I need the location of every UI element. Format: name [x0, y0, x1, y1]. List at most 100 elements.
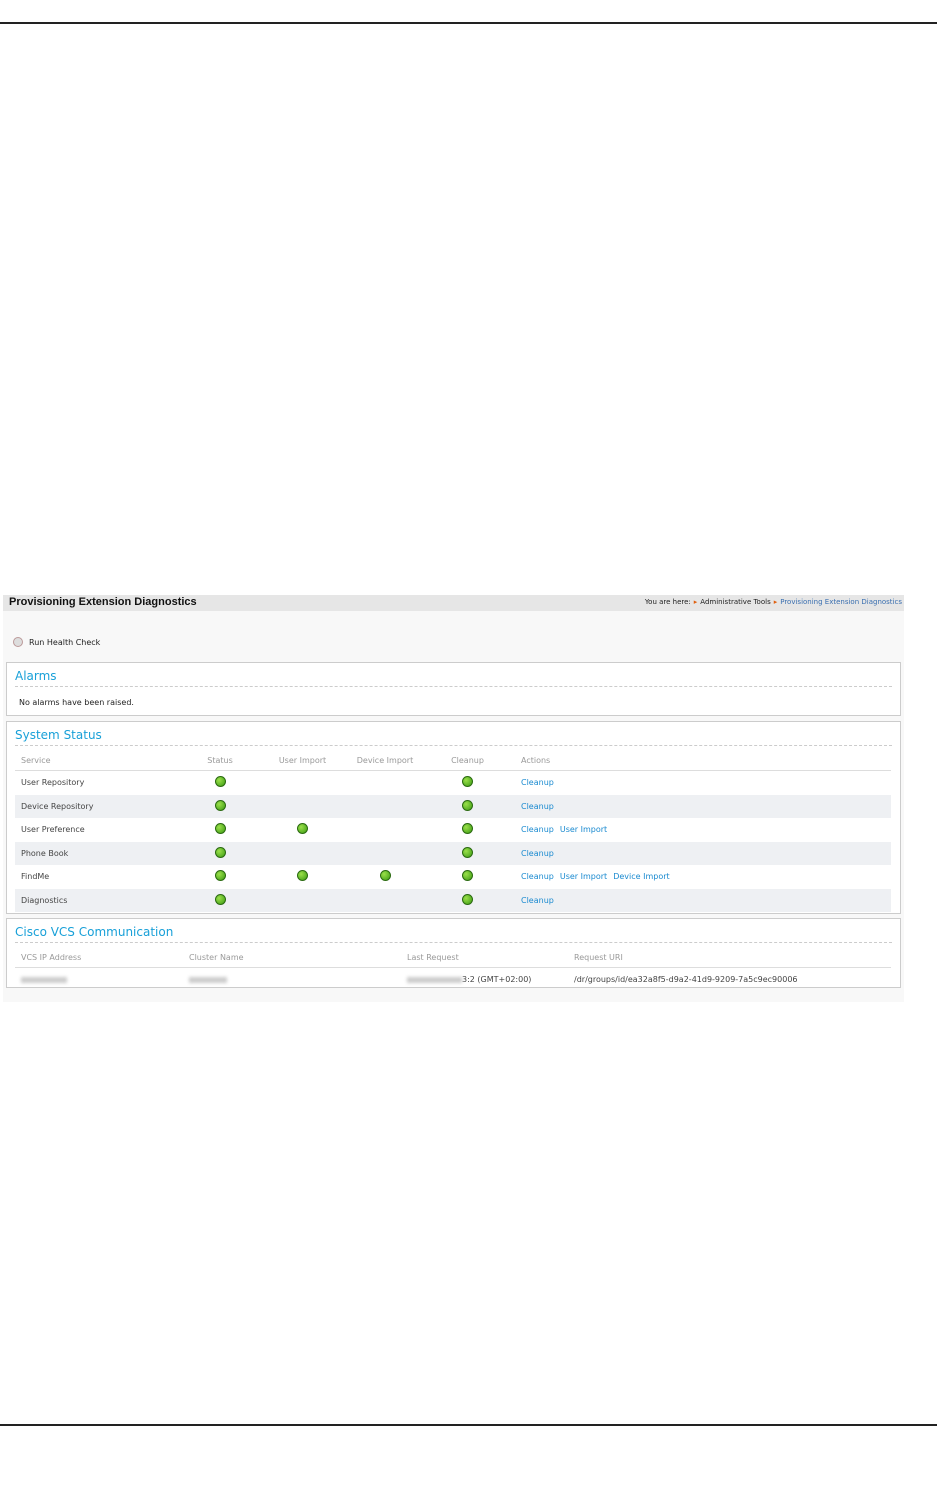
column-header: Request URI — [568, 947, 891, 968]
column-header: Service — [15, 750, 185, 771]
user-import-cell — [255, 771, 350, 795]
actions-cell: Cleanup — [515, 888, 891, 912]
status-ok-icon — [462, 846, 473, 858]
breadcrumb-prefix: You are here: — [644, 598, 691, 606]
arrow-icon: ▸ — [773, 598, 778, 606]
table-row: FindMe Cleanup User Import Device Import — [15, 865, 891, 889]
vcs-ip-address — [15, 968, 183, 992]
breadcrumb-current[interactable]: Provisioning Extension Diagnostics — [780, 598, 902, 606]
table-row: Device Repository Cleanup — [15, 794, 891, 818]
status-cell — [185, 771, 255, 795]
request-uri: /dr/groups/id/ea32a8f5-d9a2-41d9-9209-7a… — [574, 975, 798, 985]
run-health-check-button[interactable]: Run Health Check — [13, 637, 100, 647]
cleanup-cell — [420, 794, 515, 818]
device-import-cell — [350, 818, 420, 842]
status-ok-icon — [214, 893, 226, 905]
arrow-icon: ▸ — [693, 598, 698, 606]
cleanup-link[interactable]: Cleanup — [521, 872, 554, 881]
user-import-cell — [255, 865, 350, 889]
status-ok-icon — [462, 893, 473, 905]
page-title: Provisioning Extension Diagnostics — [9, 596, 197, 608]
actions-cell: Cleanup — [515, 794, 891, 818]
status-ok-icon — [214, 799, 226, 811]
service-name: User Repository — [21, 778, 85, 788]
actions-cell: Cleanup User Import Device Import — [515, 865, 891, 889]
device-import-link[interactable]: Device Import — [613, 872, 669, 881]
actions-cell: Cleanup User Import — [515, 818, 891, 842]
user-import-cell — [255, 818, 350, 842]
vcs-title: Cisco VCS Communication — [15, 925, 174, 939]
cleanup-link[interactable]: Cleanup — [521, 896, 554, 905]
status-ok-icon — [462, 776, 473, 788]
system-status-title: System Status — [15, 728, 102, 742]
divider — [15, 745, 892, 746]
actions-cell: Cleanup — [515, 841, 891, 865]
device-import-cell — [350, 771, 420, 795]
table-row: Diagnostics Cleanup — [15, 888, 891, 912]
bottom-rule — [0, 1424, 937, 1426]
user-import-link[interactable]: User Import — [560, 872, 607, 881]
breadcrumb: You are here: ▸ Administrative Tools ▸ Provi… — [645, 598, 902, 606]
cleanup-link[interactable]: Cleanup — [521, 825, 554, 834]
cleanup-cell — [420, 841, 515, 865]
column-header: Cluster Name — [183, 947, 401, 968]
status-ok-icon — [462, 870, 473, 882]
user-import-cell — [255, 794, 350, 818]
status-ok-icon — [214, 846, 226, 858]
last-request: 3:2 (GMT+02:00) — [401, 968, 568, 992]
status-ok-icon — [297, 823, 308, 835]
column-header: VCS IP Address — [15, 947, 183, 968]
alarms-title: Alarms — [15, 669, 57, 683]
last-request-text: 3:2 (GMT+02:00) — [462, 975, 532, 985]
table-row: User Repository Cleanup — [15, 771, 891, 795]
cleanup-cell — [420, 865, 515, 889]
device-import-cell — [350, 841, 420, 865]
status-ok-icon — [214, 823, 226, 835]
device-import-cell — [350, 888, 420, 912]
health-check-icon — [13, 637, 23, 647]
vcs-communication-section: Cisco VCS Communication VCS IP Address C… — [6, 918, 901, 988]
status-cell — [185, 841, 255, 865]
user-import-cell — [255, 841, 350, 865]
device-import-cell — [350, 865, 420, 889]
column-header: Status — [185, 750, 255, 771]
status-ok-icon — [462, 799, 473, 811]
diagnostics-panel: Provisioning Extension Diagnostics You a… — [3, 595, 904, 1002]
status-cell — [185, 888, 255, 912]
column-header: User Import — [255, 750, 350, 771]
cleanup-link[interactable]: Cleanup — [521, 802, 554, 811]
status-ok-icon — [297, 870, 308, 882]
status-ok-icon — [214, 776, 226, 788]
cleanup-link[interactable]: Cleanup — [521, 778, 554, 787]
user-import-link[interactable]: User Import — [560, 825, 607, 834]
table-row: Phone Book Cleanup — [15, 841, 891, 865]
cleanup-cell — [420, 771, 515, 795]
service-name: FindMe — [21, 872, 50, 882]
status-ok-icon — [214, 870, 226, 882]
divider — [15, 942, 892, 943]
column-header: Cleanup — [420, 750, 515, 771]
status-cell — [185, 818, 255, 842]
device-import-cell — [350, 794, 420, 818]
column-header: Last Request — [401, 947, 568, 968]
cleanup-link[interactable]: Cleanup — [521, 849, 554, 858]
cleanup-cell — [420, 818, 515, 842]
cluster-name — [183, 968, 401, 992]
alarms-section: Alarms No alarms have been raised. — [6, 662, 901, 716]
table-row: 3:2 (GMT+02:00) /dr/groups/id/ea32a8f5-d… — [15, 968, 891, 992]
service-name: Diagnostics — [15, 888, 185, 912]
top-rule — [0, 22, 937, 24]
actions-cell: Cleanup — [515, 771, 891, 795]
service-name: Phone Book — [15, 841, 185, 865]
service-name: Device Repository — [15, 794, 185, 818]
system-status-table: Service Status User Import Device Import Cle… — [15, 750, 891, 912]
user-import-cell — [255, 888, 350, 912]
breadcrumb-admin-tools[interactable]: Administrative Tools — [700, 598, 770, 606]
status-ok-icon — [462, 823, 473, 835]
status-ok-icon — [379, 870, 391, 882]
alarms-message: No alarms have been raised. — [19, 698, 134, 707]
status-cell — [185, 794, 255, 818]
column-header: Device Import — [350, 750, 420, 771]
system-status-section: System Status Service Status User Import De… — [6, 721, 901, 914]
cleanup-cell — [420, 888, 515, 912]
